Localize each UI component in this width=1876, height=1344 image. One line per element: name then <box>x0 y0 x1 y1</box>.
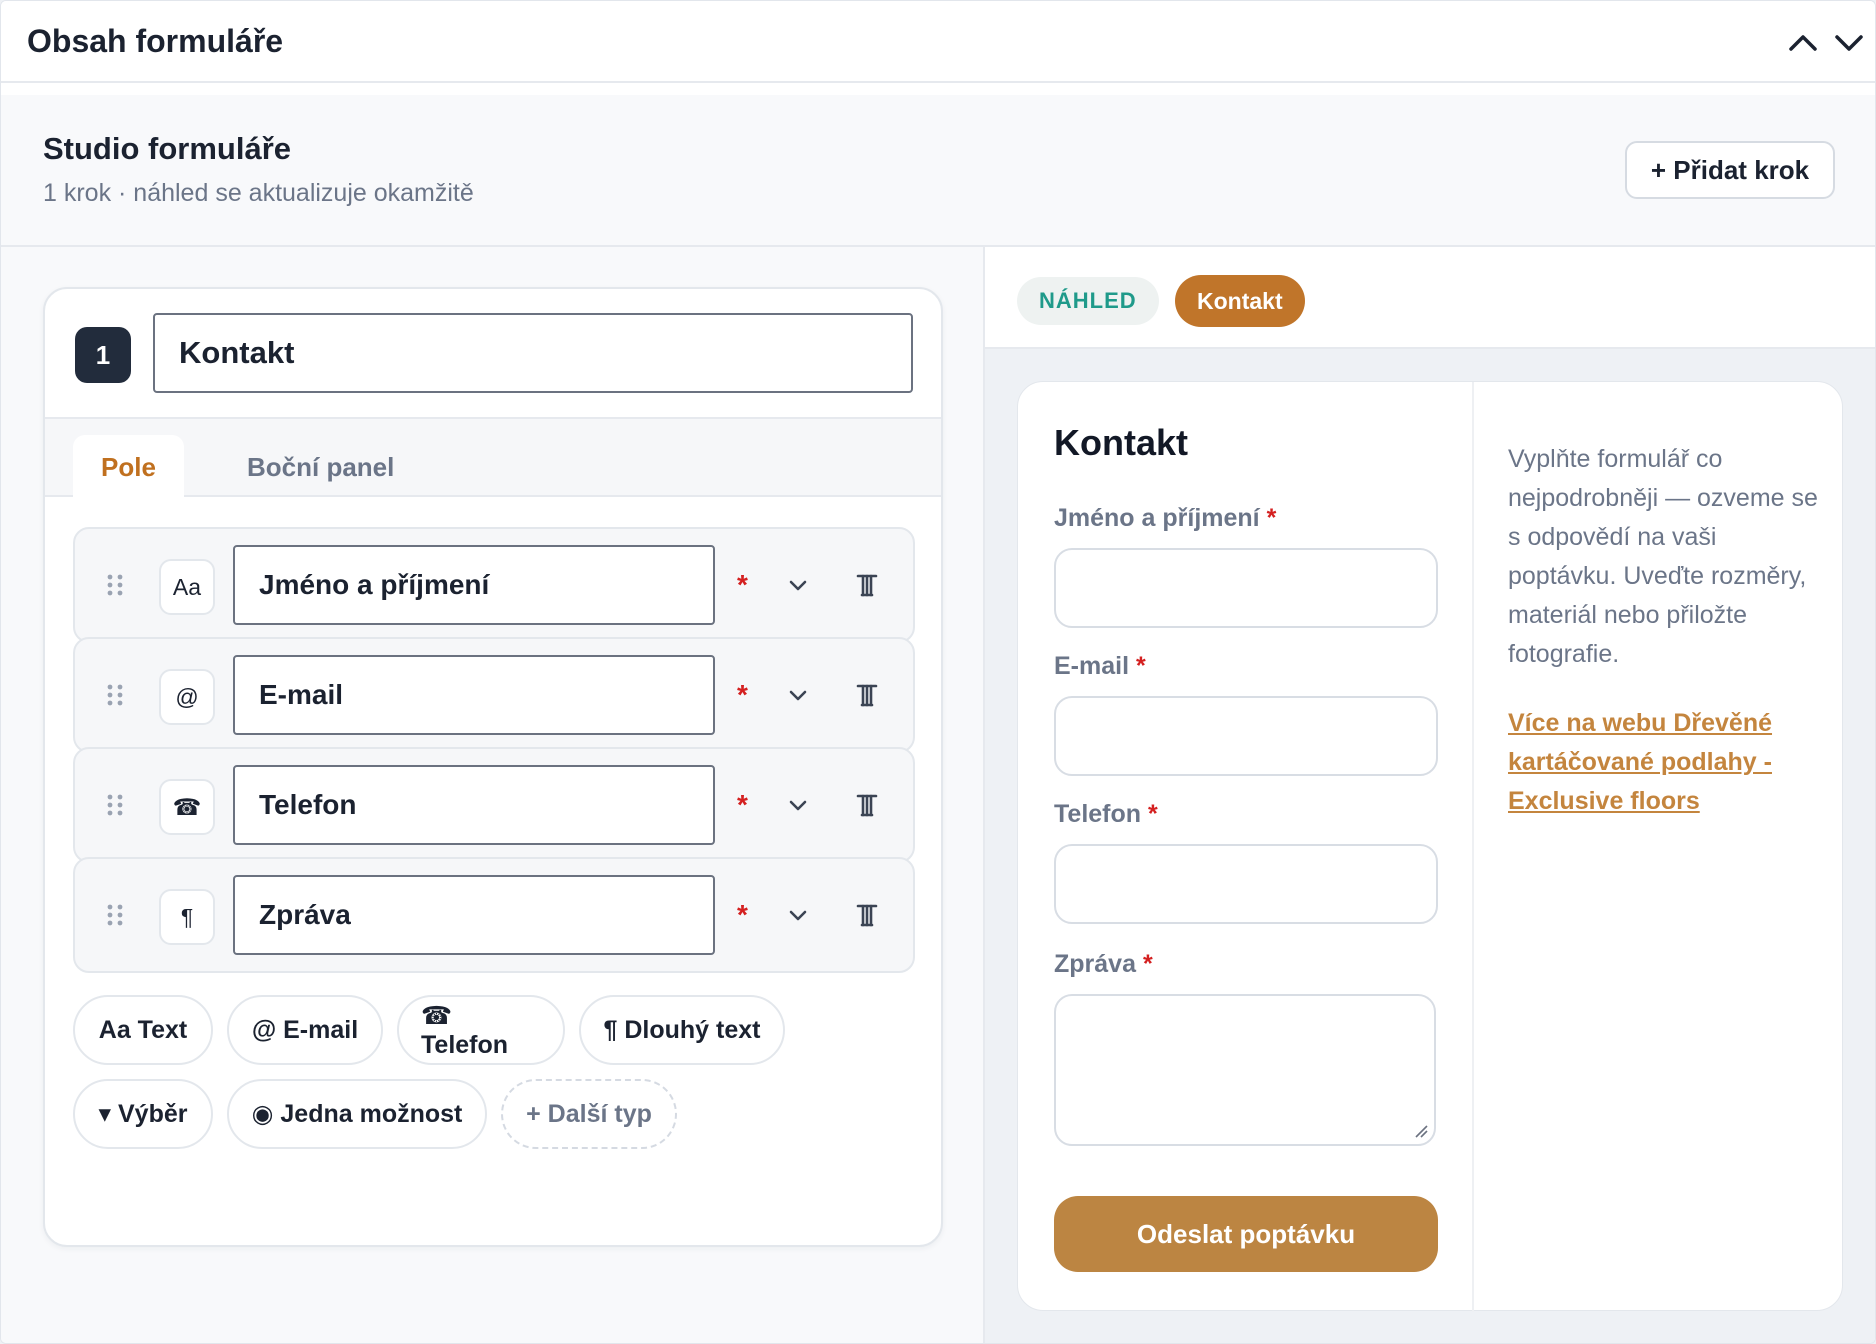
step-tabs: Pole Boční panel <box>45 417 941 499</box>
preview-form: Kontakt Jméno a příjmení * E-mail * Tele… <box>1018 382 1474 1312</box>
side-panel-text: Vyplňte formulář co nejpodrobněji — ozve… <box>1508 445 1818 668</box>
step-number-badge: 1 <box>75 327 131 383</box>
chevron-down-icon[interactable] <box>783 901 813 931</box>
add-single-choice-field-chip[interactable]: ◉ Jedna možnost <box>227 1079 487 1149</box>
section-header: Obsah formuláře <box>1 1 1875 83</box>
trash-icon[interactable] <box>851 789 883 821</box>
step-header: 1 Kontakt <box>45 289 941 417</box>
preview-column: NÁHLED Kontakt Kontakt Jméno a příjmení … <box>985 247 1875 1343</box>
preview-field-label: Zpráva * <box>1054 950 1153 978</box>
field-row: ☎ Telefon * <box>73 747 915 863</box>
tab-fields[interactable]: Pole <box>73 435 184 499</box>
field-label-input[interactable]: Zpráva <box>233 875 715 955</box>
trash-icon[interactable] <box>851 569 883 601</box>
required-toggle[interactable]: * <box>737 679 748 711</box>
chevron-down-icon[interactable] <box>783 571 813 601</box>
phone-field[interactable] <box>1054 844 1438 924</box>
form-content-panel: Obsah formuláře Studio formuláře 1 krok … <box>0 0 1876 1344</box>
drag-handle-icon[interactable] <box>105 681 125 709</box>
add-select-field-chip[interactable]: ▾ Výběr <box>73 1079 213 1149</box>
field-row: ¶ Zpráva * <box>73 857 915 973</box>
side-panel-link[interactable]: Více na webu Dřevěné kartáčované podlahy… <box>1508 704 1818 821</box>
drag-handle-icon[interactable] <box>105 901 125 929</box>
field-row: @ E-mail * <box>73 637 915 753</box>
chevron-down-icon[interactable] <box>1831 25 1867 61</box>
text-type-icon: Aa <box>159 559 215 615</box>
studio-subtitle: 1 krok · náhled se aktualizuje okamžitě <box>43 179 474 207</box>
field-row: Aa Jméno a příjmení * <box>73 527 915 643</box>
field-label-input[interactable]: Jméno a příjmení <box>233 545 715 625</box>
required-toggle[interactable]: * <box>737 789 748 821</box>
tab-side-panel[interactable]: Boční panel <box>219 435 422 499</box>
chevron-down-icon[interactable] <box>783 681 813 711</box>
chevron-down-icon[interactable] <box>783 791 813 821</box>
add-phone-field-chip[interactable]: ☎ Telefon <box>397 995 565 1065</box>
trash-icon[interactable] <box>851 899 883 931</box>
submit-button[interactable]: Odeslat poptávku <box>1054 1196 1438 1272</box>
add-email-field-chip[interactable]: @ E-mail <box>227 995 383 1065</box>
more-field-types-chip[interactable]: + Další typ <box>501 1079 677 1149</box>
message-textarea[interactable] <box>1054 994 1436 1146</box>
email-field[interactable] <box>1054 696 1438 776</box>
preview-field-label: Telefon * <box>1054 800 1158 828</box>
preview-field-label: E-mail * <box>1054 652 1146 680</box>
chevron-up-icon[interactable] <box>1785 25 1821 61</box>
preview-form-title: Kontakt <box>1054 422 1188 463</box>
step-name-input[interactable]: Kontakt <box>153 313 913 393</box>
drag-handle-icon[interactable] <box>105 791 125 819</box>
section-title: Obsah formuláře <box>27 23 284 59</box>
name-field[interactable] <box>1054 548 1438 628</box>
drag-handle-icon[interactable] <box>105 571 125 599</box>
step-card: 1 Kontakt Pole Boční panel Aa Jméno a př… <box>43 287 943 1247</box>
field-label-input[interactable]: E-mail <box>233 655 715 735</box>
preview-side-panel: Vyplňte formulář co nejpodrobněji — ozve… <box>1508 440 1818 821</box>
preview-bar: NÁHLED Kontakt <box>985 247 1875 349</box>
add-long-text-field-chip[interactable]: ¶ Dlouhý text <box>579 995 785 1065</box>
resize-handle-icon[interactable] <box>1414 1124 1428 1138</box>
required-toggle[interactable]: * <box>737 569 748 601</box>
required-toggle[interactable]: * <box>737 899 748 931</box>
studio-title: Studio formuláře <box>43 131 292 166</box>
preview-badge: NÁHLED <box>1017 277 1159 325</box>
preview-form-card: Kontakt Jméno a příjmení * E-mail * Tele… <box>1017 381 1843 1312</box>
trash-icon[interactable] <box>851 679 883 711</box>
add-text-field-chip[interactable]: Aa Text <box>73 995 213 1065</box>
editor-column: 1 Kontakt Pole Boční panel Aa Jméno a př… <box>1 247 985 1343</box>
preview-step-pill[interactable]: Kontakt <box>1175 275 1305 327</box>
studio-header: Studio formuláře 1 krok · náhled se aktu… <box>1 95 1875 247</box>
phone-icon: ☎ <box>159 779 215 835</box>
field-label-input[interactable]: Telefon <box>233 765 715 845</box>
at-sign-icon: @ <box>159 669 215 725</box>
add-step-button[interactable]: + Přidat krok <box>1625 141 1835 199</box>
preview-field-label: Jméno a příjmení * <box>1054 504 1277 532</box>
paragraph-icon: ¶ <box>159 889 215 945</box>
